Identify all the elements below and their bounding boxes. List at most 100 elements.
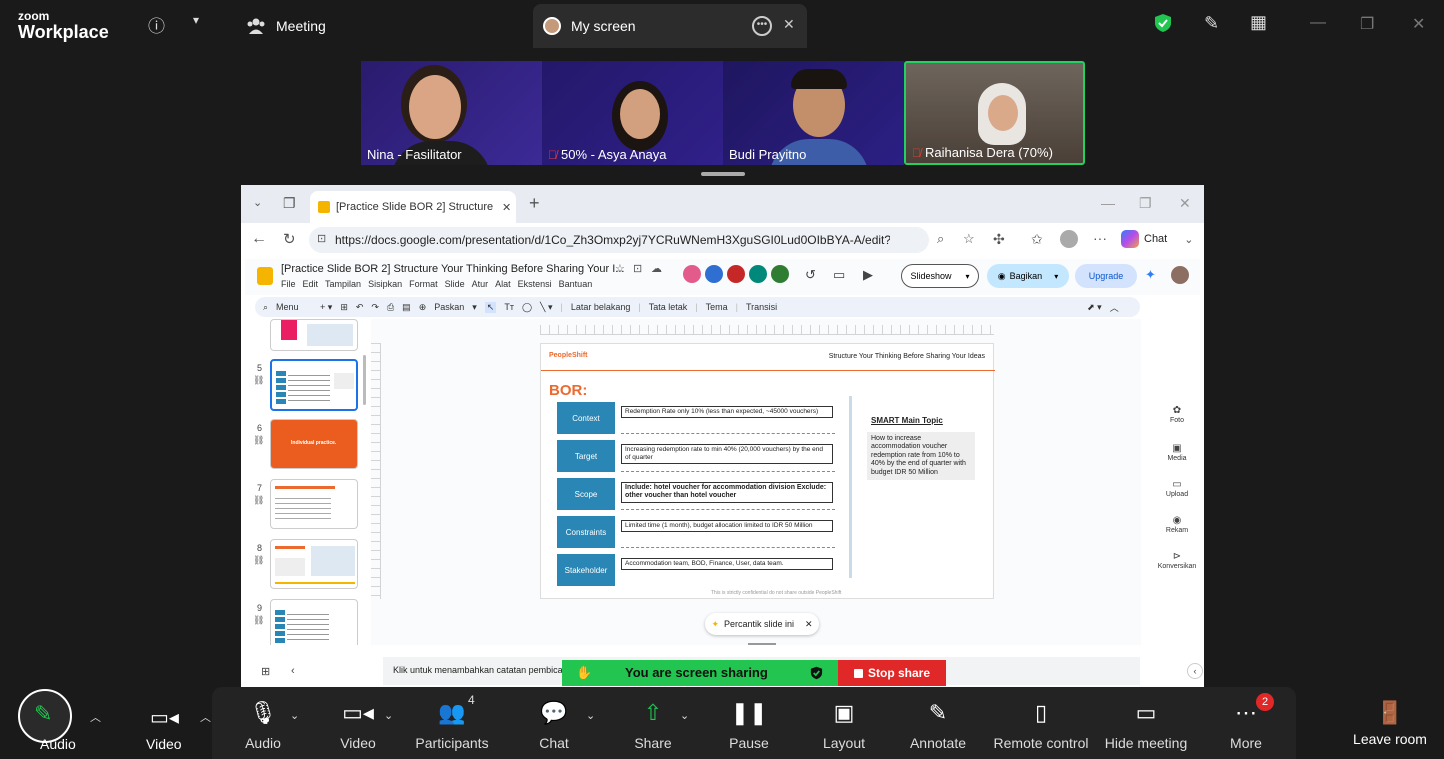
chevron-up-icon[interactable]: ︿	[200, 709, 211, 725]
menu-arrange[interactable]: Atur	[472, 279, 489, 289]
pen-mode-icon[interactable]: ⬈ ▾	[1087, 302, 1102, 313]
close-icon[interactable]: ✕	[805, 619, 813, 630]
comments-icon[interactable]: ▭	[833, 267, 845, 283]
participant-tile[interactable]: Nina - Fasilitator	[361, 61, 542, 165]
star-icon[interactable]: ☆	[615, 262, 625, 275]
pause-share-button[interactable]: ❚❚ Pause	[699, 697, 799, 751]
upgrade-button[interactable]: Upgrade	[1075, 264, 1137, 288]
more-button[interactable]: ⋯ More	[1196, 697, 1296, 751]
participants-button[interactable]: 👥 Participants	[402, 697, 502, 751]
apps-icon[interactable]: ▦	[1250, 12, 1267, 33]
menu-edit[interactable]: Edit	[303, 279, 319, 289]
video-left-label[interactable]: Video	[146, 736, 182, 752]
account-avatar[interactable]	[1171, 266, 1189, 284]
site-info-icon[interactable]: ⊡	[317, 232, 326, 245]
menu-help[interactable]: Bantuan	[559, 279, 593, 289]
extensions-icon[interactable]: ✣	[993, 231, 1005, 248]
fit-select[interactable]: Paskan	[434, 302, 464, 312]
theme-button[interactable]: Tema	[706, 302, 728, 312]
slide-thumbnail[interactable]	[270, 599, 358, 645]
meet-icon[interactable]: ▶	[863, 267, 873, 283]
layout-button[interactable]: ▣ Layout	[794, 697, 894, 751]
share-button[interactable]: ⇧ Share	[603, 697, 703, 751]
record-tool[interactable]: ◉ Rekam	[1153, 515, 1201, 534]
menu-insert[interactable]: Sisipkan	[368, 279, 402, 289]
slideshow-button[interactable]: Slideshow ▾	[901, 264, 979, 288]
reload-icon[interactable]: ↻	[283, 230, 296, 248]
copilot-chat-button[interactable]: Chat ⌄	[1121, 228, 1193, 250]
chat-button[interactable]: 💬 Chat	[504, 697, 604, 751]
magic-wand-icon[interactable]: ✎	[1204, 13, 1219, 34]
avatar[interactable]	[749, 265, 767, 283]
tab-list-icon[interactable]: ⌄	[253, 196, 262, 209]
minimize-icon[interactable]: —	[1310, 14, 1326, 32]
tab-my-screen[interactable]: My screen ••• ✕	[533, 4, 807, 48]
menu-extensions[interactable]: Ekstensi	[518, 279, 552, 289]
chevron-down-icon[interactable]: ▾	[193, 13, 199, 27]
document-title[interactable]: [Practice Slide BOR 2] Structure Your Th…	[281, 263, 624, 275]
thumbnail-scrollbar[interactable]	[363, 355, 366, 405]
menu-format[interactable]: Format	[409, 279, 438, 289]
more-icon[interactable]: ···	[1093, 230, 1107, 246]
menu-view[interactable]: Tampilan	[325, 279, 361, 289]
close-window-icon[interactable]: ✕	[1412, 14, 1425, 34]
new-tab-icon[interactable]: +	[529, 193, 540, 214]
collapse-icon[interactable]: ︿	[1110, 301, 1119, 314]
maximize-icon[interactable]: ❐	[1139, 195, 1152, 212]
close-icon[interactable]: ✕	[1179, 195, 1191, 212]
chevron-down-icon[interactable]: ⌄	[586, 709, 595, 722]
profile-avatar[interactable]	[1060, 230, 1078, 248]
browser-tab[interactable]: [Practice Slide BOR 2] Structure Yo ✕	[310, 191, 516, 223]
shape-icon[interactable]: ◯	[522, 302, 532, 313]
audio-left-label[interactable]: Audio	[40, 736, 76, 752]
redo-icon[interactable]: ↷	[371, 302, 379, 313]
slide-thumbnail[interactable]	[270, 319, 358, 351]
slide-thumbnail[interactable]	[270, 479, 358, 529]
back-icon[interactable]: ←	[251, 230, 267, 248]
search-menus-input[interactable]: Menu	[276, 302, 312, 312]
avatar[interactable]	[727, 265, 745, 283]
zoom-icon[interactable]: ⌕	[937, 231, 944, 247]
slide-thumbnail[interactable]	[270, 539, 358, 589]
audio-button[interactable]: 🎙 Audio	[213, 697, 313, 751]
grid-view-icon[interactable]: ⊞	[261, 665, 270, 678]
collections-icon[interactable]: ❐	[283, 195, 296, 212]
favorite-icon[interactable]: ☆	[963, 231, 975, 247]
undo-icon[interactable]: ↶	[356, 302, 364, 313]
minimize-icon[interactable]: —	[1101, 195, 1115, 211]
avatar[interactable]	[705, 265, 723, 283]
chevron-up-icon[interactable]: ︿	[90, 709, 101, 725]
share-doc-button[interactable]: ◉ Bagikan ▾	[987, 264, 1069, 288]
participant-tile-speaking[interactable]: 🎙̸ Raihanisa Dera (70%)	[904, 61, 1085, 165]
media-tool[interactable]: ▣ Media	[1153, 443, 1201, 462]
beautify-slide-chip[interactable]: ✦ Percantik slide ini ✕	[705, 613, 819, 635]
drag-handle[interactable]	[701, 172, 745, 176]
participant-tile[interactable]: Budi Prayitno	[723, 61, 904, 165]
drag-icon[interactable]: ✋	[576, 665, 592, 681]
text-box-icon[interactable]: Tт	[504, 302, 514, 312]
info-icon[interactable]: ⓘ	[148, 12, 165, 37]
cloud-icon[interactable]: ☁	[651, 262, 662, 275]
gemini-icon[interactable]: ✦	[1145, 267, 1156, 283]
close-tab-icon[interactable]: ✕	[502, 201, 511, 214]
line-icon[interactable]: ╲ ▾	[540, 302, 552, 313]
history-icon[interactable]: ↺	[805, 267, 816, 283]
url-field[interactable]: ⊡ https://docs.google.com/presentation/d…	[309, 227, 975, 253]
chevron-down-icon[interactable]: ▾	[472, 302, 477, 313]
convert-tool[interactable]: ⊳ Konversikan	[1153, 551, 1201, 570]
zoom-icon[interactable]: ⊕	[419, 302, 427, 313]
menu-slide[interactable]: Slide	[445, 279, 465, 289]
favorites-icon[interactable]: ✩	[1031, 231, 1043, 248]
chevron-down-icon[interactable]: ⌄	[384, 709, 393, 722]
video-button[interactable]: ▭◂ Video	[308, 697, 408, 751]
select-icon[interactable]: ↖	[484, 301, 497, 313]
video-left-icon[interactable]: ▭◂	[150, 705, 179, 730]
leave-room-button[interactable]: 🚪 Leave room	[1344, 697, 1436, 747]
maximize-icon[interactable]: ❐	[1360, 14, 1374, 34]
tab-meeting[interactable]: Meeting	[246, 4, 366, 48]
photo-tool[interactable]: ✿ Foto	[1153, 405, 1201, 424]
menu-file[interactable]: File	[281, 279, 296, 289]
paint-format-icon[interactable]: ▤	[402, 302, 411, 313]
print-icon[interactable]: ⎙	[387, 302, 394, 313]
remote-control-button[interactable]: ▯ Remote control	[981, 697, 1101, 751]
